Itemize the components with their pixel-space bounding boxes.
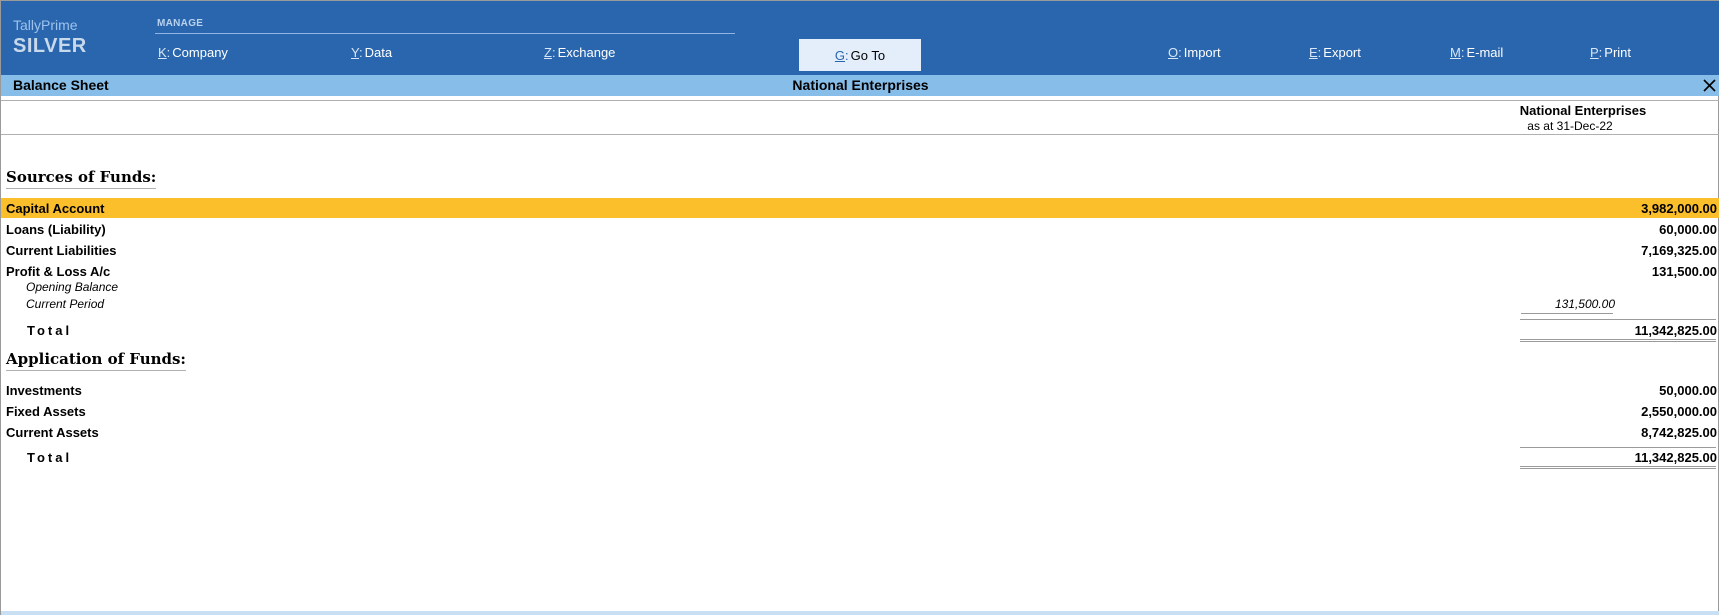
menu-key: Y xyxy=(351,45,359,60)
company-name: National Enterprises xyxy=(792,77,929,93)
menu-print[interactable]: P: Print xyxy=(1590,45,1631,60)
menu-label: Go To xyxy=(850,47,886,63)
column-header-company: National Enterprises xyxy=(1519,103,1647,118)
row-label: Current Assets xyxy=(6,425,99,440)
menu-label: Company xyxy=(172,45,228,60)
top-menu-bar: TallyPrime SILVER MANAGE K: Company Y: Dat… xyxy=(1,1,1719,75)
row-label: Fixed Assets xyxy=(6,404,86,419)
menu-key: G xyxy=(834,47,846,63)
menu-label: E-mail xyxy=(1466,45,1504,60)
ledger-row[interactable]: Current Liabilities 7,169,325.00 xyxy=(1,240,1719,260)
total-amount: 11,342,825.00 xyxy=(1634,323,1717,338)
menu-key: E xyxy=(1309,45,1318,60)
row-amount: 131,500.00 xyxy=(1651,264,1717,279)
menu-key: K xyxy=(158,45,167,60)
menu-label: Export xyxy=(1323,45,1361,60)
detail-amount: 131,500.00 xyxy=(1554,297,1615,311)
ledger-row[interactable]: Fixed Assets 2,550,000.00 xyxy=(1,401,1719,421)
row-label: Capital Account xyxy=(6,201,105,216)
total-row-application: Total 11,342,825.00 xyxy=(1,447,1719,467)
menu-key: Z xyxy=(544,45,552,60)
total-label: Total xyxy=(27,450,73,465)
goto-button[interactable]: G: Go To xyxy=(799,39,921,71)
ledger-row[interactable]: Current Assets 8,742,825.00 xyxy=(1,422,1719,442)
ledger-row[interactable]: Loans (Liability) 60,000.00 xyxy=(1,219,1719,239)
menu-email[interactable]: M: E-mail xyxy=(1450,45,1503,60)
menu-exchange[interactable]: Z: Exchange xyxy=(544,45,615,60)
section-heading-sources: Sources of Funds: xyxy=(6,168,157,189)
menu-label: Print xyxy=(1604,45,1632,60)
detail-row: Current Period 131,500.00 xyxy=(1,296,1719,313)
section-heading-application: Application of Funds: xyxy=(6,350,186,371)
row-label: Current Liabilities xyxy=(6,243,117,258)
row-label: Profit & Loss A/c xyxy=(6,264,111,279)
column-header-divider xyxy=(1,134,1719,135)
close-icon[interactable] xyxy=(1701,77,1718,94)
column-header-date: as at 31-Dec-22 xyxy=(1527,119,1613,133)
report-title-bar: Balance Sheet National Enterprises xyxy=(1,75,1719,96)
menu-label: Exchange xyxy=(557,45,616,60)
app-window: TallyPrime SILVER MANAGE K: Company Y: Dat… xyxy=(0,0,1719,615)
detail-label: Current Period xyxy=(26,297,105,311)
ledger-row-selected[interactable]: Capital Account 3,982,000.00 xyxy=(1,198,1719,218)
total-row-sources: Total 11,342,825.00 xyxy=(1,320,1719,340)
row-amount: 60,000.00 xyxy=(1659,222,1717,237)
product-edition: SILVER xyxy=(13,35,87,57)
manage-divider xyxy=(155,33,735,34)
menu-key: P xyxy=(1590,45,1599,60)
header-divider xyxy=(1,100,1719,101)
row-amount: 3,982,000.00 xyxy=(1641,201,1717,216)
menu-key: M xyxy=(1450,45,1461,60)
total-double-rule xyxy=(1520,466,1716,469)
detail-label: Opening Balance xyxy=(26,280,119,294)
menu-label: Data xyxy=(364,45,393,60)
product-logo: TallyPrime SILVER xyxy=(13,17,87,58)
row-label: Investments xyxy=(6,383,82,398)
detail-row: Opening Balance xyxy=(1,279,1719,296)
total-label: Total xyxy=(27,323,73,338)
ledger-row[interactable]: Profit & Loss A/c 131,500.00 xyxy=(1,261,1719,281)
bottom-status-strip xyxy=(1,611,1719,615)
row-amount: 2,550,000.00 xyxy=(1641,404,1717,419)
manage-section-label: MANAGE xyxy=(157,18,204,29)
menu-import[interactable]: O: Import xyxy=(1168,45,1221,60)
menu-label: Import xyxy=(1183,45,1221,60)
menu-export[interactable]: E: Export xyxy=(1309,45,1361,60)
menu-key: O xyxy=(1168,45,1179,60)
row-amount: 8,742,825.00 xyxy=(1641,425,1717,440)
total-amount: 11,342,825.00 xyxy=(1634,450,1717,465)
row-amount: 7,169,325.00 xyxy=(1641,243,1717,258)
subtotal-rule xyxy=(1521,313,1613,314)
menu-data[interactable]: Y: Data xyxy=(351,45,392,60)
ledger-row[interactable]: Investments 50,000.00 xyxy=(1,380,1719,400)
row-label: Loans (Liability) xyxy=(6,222,106,237)
row-amount: 50,000.00 xyxy=(1659,383,1717,398)
menu-company[interactable]: K: Company xyxy=(158,45,228,60)
total-double-rule xyxy=(1520,339,1716,342)
product-name: TallyPrime xyxy=(13,17,78,33)
